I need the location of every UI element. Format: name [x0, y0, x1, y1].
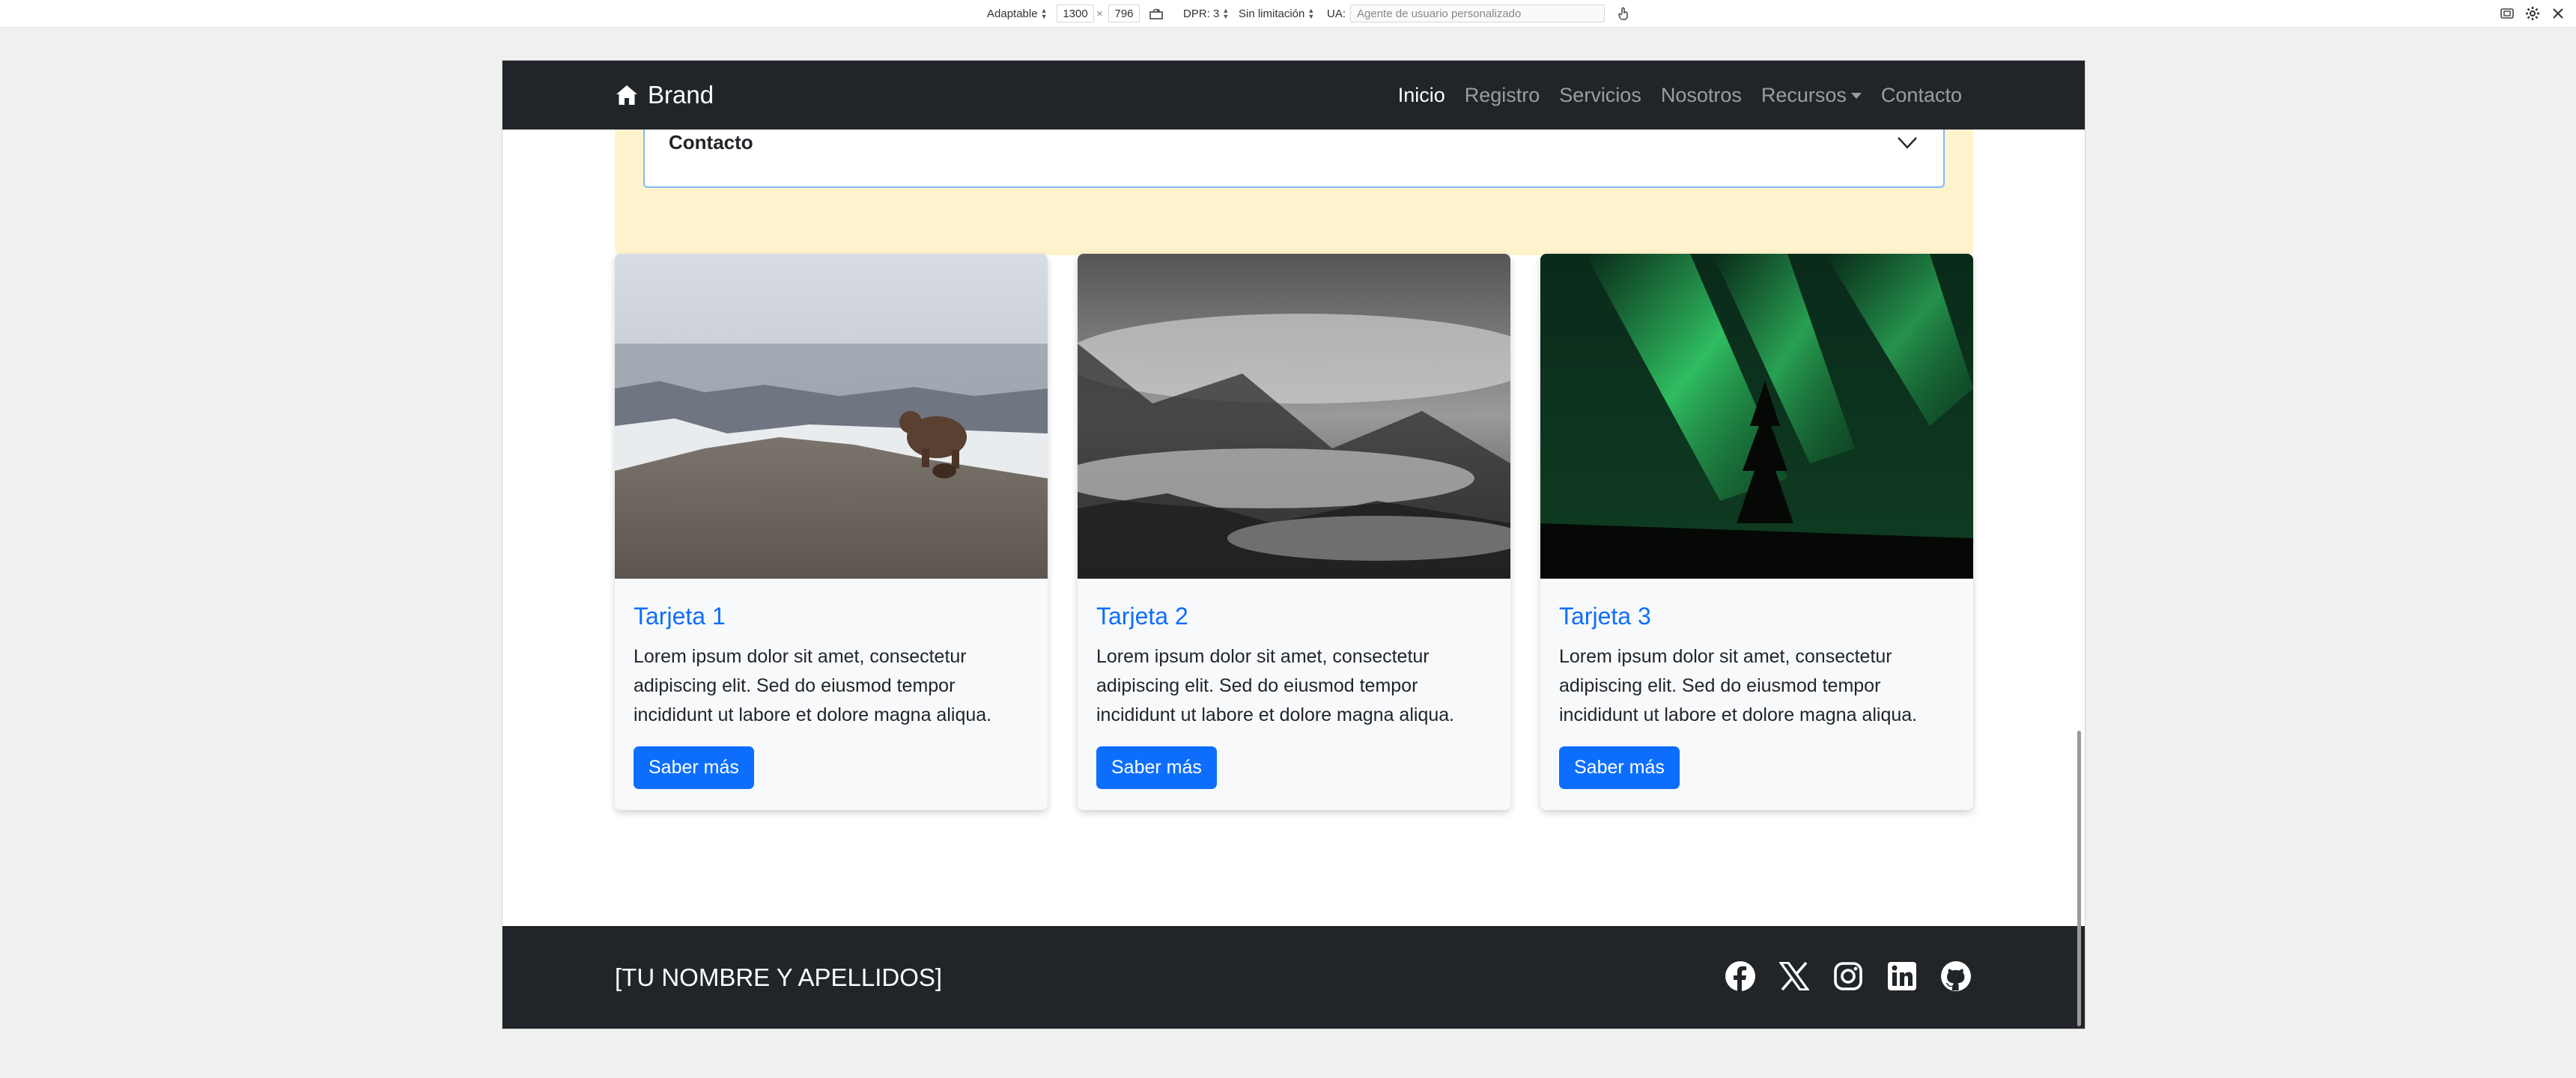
nav-link-registro[interactable]: Registro: [1465, 84, 1540, 107]
dpr-select[interactable]: DPR: 3 ▲ ▼: [1183, 0, 1229, 27]
x-icon[interactable]: [1778, 960, 1811, 993]
card-title: Tarjeta 1: [634, 603, 726, 630]
social-links: [1703, 960, 1972, 993]
brand-name: Brand: [648, 81, 714, 109]
card-text: Lorem ipsum dolor sit amet, consectetur …: [634, 646, 992, 725]
linkedin-icon[interactable]: [1886, 960, 1919, 993]
select-arrows-icon: ▲ ▼: [1222, 7, 1230, 20]
viewport-width-value: 1300: [1063, 7, 1088, 20]
home-icon: [616, 85, 637, 105]
viewport-height-value: 796: [1114, 7, 1134, 20]
footer: [TU NOMBRE Y APELLIDOS]: [502, 926, 2085, 1029]
card-text: Lorem ipsum dolor sit amet, consectetur …: [1559, 646, 1918, 725]
card-body: Tarjeta 3 Lorem ipsum dolor sit amet, co…: [1540, 579, 1973, 807]
card: Tarjeta 2 Lorem ipsum dolor sit amet, co…: [1078, 254, 1510, 810]
card: Tarjeta 1 Lorem ipsum dolor sit amet, co…: [615, 254, 1048, 810]
navbar-brand[interactable]: Brand: [615, 61, 714, 130]
rotate-icon[interactable]: [1147, 4, 1165, 22]
chevron-down-icon: [1898, 137, 1917, 149]
touch-icon[interactable]: [1614, 4, 1632, 22]
viewport-width-input[interactable]: 1300: [1057, 4, 1094, 22]
github-icon[interactable]: [1939, 960, 1972, 993]
throttle-select-label: Sin limitación: [1239, 7, 1305, 20]
user-agent-input[interactable]: [1350, 4, 1606, 22]
card-body: Tarjeta 1 Lorem ipsum dolor sit amet, co…: [615, 579, 1048, 807]
throttle-select[interactable]: Sin limitación ▲ ▼: [1239, 0, 1314, 27]
saber-mas-button[interactable]: Saber más: [634, 746, 754, 789]
nav-dropdown-recursos[interactable]: Recursos: [1761, 84, 1862, 107]
footer-author-name: [TU NOMBRE Y APELLIDOS]: [615, 963, 943, 991]
screenshot-icon[interactable]: [2498, 4, 2516, 22]
instagram-icon[interactable]: [1832, 960, 1865, 993]
nav-link-servicios[interactable]: Servicios: [1559, 84, 1641, 107]
navbar: Brand Inicio Registro Servicios Nosotros…: [502, 61, 2085, 130]
card-title: Tarjeta 2: [1096, 603, 1188, 630]
caret-down-icon: [1850, 93, 1862, 100]
settings-icon[interactable]: [2524, 4, 2542, 22]
select-arrows-icon: ▲ ▼: [1040, 7, 1048, 20]
device-select[interactable]: Adaptable ▲ ▼: [987, 0, 1047, 27]
foggy-forest-photo: [1078, 254, 1510, 579]
viewport-height-input[interactable]: 796: [1108, 4, 1140, 22]
select-arrows-icon: ▲ ▼: [1307, 7, 1315, 20]
facebook-icon[interactable]: [1724, 960, 1757, 993]
saber-mas-button[interactable]: Saber más: [1096, 746, 1217, 789]
dpr-select-label: DPR: 3: [1183, 7, 1220, 20]
emulated-viewport: Contacto Brand Inicio Registro Servicios…: [502, 61, 2085, 1029]
bear-photo: [615, 254, 1048, 579]
contact-accordion-label: Contacto: [669, 131, 753, 153]
nav-dropdown-recursos-label: Recursos: [1761, 83, 1847, 106]
nav-link-contacto[interactable]: Contacto: [1881, 84, 1962, 107]
card-text: Lorem ipsum dolor sit amet, consectetur …: [1096, 646, 1455, 725]
devtools-toolbar: Adaptable ▲ ▼ 1300 × 796 DPR: 3 ▲ ▼ Sin li…: [0, 0, 2576, 28]
ua-label: UA:: [1327, 7, 1346, 20]
navbar-links: Inicio Registro Servicios Nosotros Recur…: [1379, 61, 1962, 130]
scrollbar-thumb[interactable]: [2077, 731, 2081, 1026]
aurora-photo: [1540, 254, 1973, 579]
saber-mas-button[interactable]: Saber más: [1559, 746, 1680, 789]
dimension-separator: ×: [1096, 7, 1103, 20]
card: Tarjeta 3 Lorem ipsum dolor sit amet, co…: [1540, 254, 1973, 810]
nav-link-inicio[interactable]: Inicio: [1398, 84, 1445, 107]
close-icon[interactable]: [2549, 4, 2567, 22]
device-select-label: Adaptable: [987, 7, 1038, 20]
nav-link-nosotros[interactable]: Nosotros: [1661, 84, 1742, 107]
card-title: Tarjeta 3: [1559, 603, 1651, 630]
card-body: Tarjeta 2 Lorem ipsum dolor sit amet, co…: [1078, 579, 1510, 807]
